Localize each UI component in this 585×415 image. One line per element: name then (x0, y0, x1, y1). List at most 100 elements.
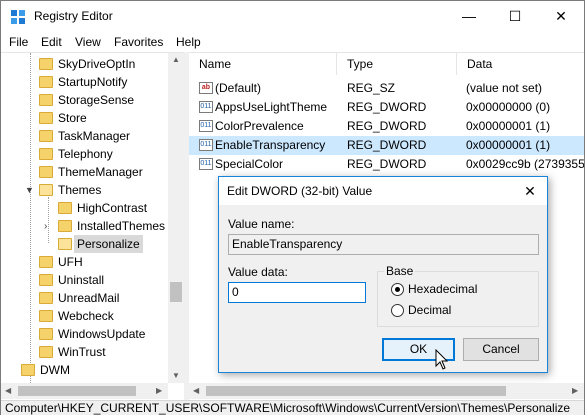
tree-item-personalize[interactable]: Personalize (1, 235, 184, 253)
binary-value-icon: 011 (199, 101, 213, 113)
value-name: ColorPrevalence (215, 119, 304, 133)
folder-icon (39, 346, 53, 358)
value-type: REG_DWORD (347, 157, 427, 171)
tree-item-uninstall[interactable]: Uninstall (1, 271, 184, 289)
collapse-chevron-icon[interactable]: ▼ (25, 185, 34, 195)
tree-item-ufh[interactable]: UFH (1, 253, 184, 271)
tree-item-highcontrast[interactable]: HighContrast (1, 199, 184, 217)
tree-item-themes[interactable]: ▼ Themes (1, 181, 184, 199)
dialog-title: Edit DWORD (32-bit) Value (227, 184, 373, 198)
list-horizontal-scroll-thumb[interactable] (206, 386, 506, 396)
menu-file[interactable]: File (9, 35, 28, 49)
hexadecimal-label: Hexadecimal (408, 282, 478, 296)
tree-item-skydriveoptin[interactable]: SkyDriveOptIn (1, 55, 184, 73)
tree-vertical-scrollbar[interactable]: ▲ ▼ (168, 53, 184, 383)
title-bar: Registry Editor — ☐ ✕ (1, 1, 584, 32)
tree-item-label: Webcheck (58, 309, 114, 323)
value-type: REG_DWORD (347, 138, 427, 152)
tree-item-label: StorageSense (58, 93, 135, 107)
tree-item-label: Uninstall (58, 273, 105, 287)
tree-vertical-scroll-thumb[interactable] (170, 282, 182, 302)
radio-selected-icon[interactable] (391, 283, 404, 296)
tree-item-label: Themes (58, 183, 102, 197)
window-title: Registry Editor (34, 9, 113, 23)
folder-icon (39, 274, 53, 286)
tree-item-label: WindowsUpdate (58, 327, 146, 341)
folder-icon (39, 166, 53, 178)
maximize-button[interactable]: ☐ (492, 1, 538, 32)
tree-item-webcheck[interactable]: Webcheck (1, 307, 184, 325)
column-header-data[interactable]: Data (457, 53, 584, 75)
folder-icon (58, 202, 72, 214)
scroll-right-arrow-icon[interactable]: ▶ (156, 386, 162, 395)
tree-item-store[interactable]: Store (1, 109, 184, 127)
value-data-label: Value data: (228, 265, 288, 279)
tree-item-telephony[interactable]: Telephony (1, 145, 184, 163)
close-button[interactable]: ✕ (538, 1, 584, 32)
value-type: REG_DWORD (347, 100, 427, 114)
base-groupbox (377, 271, 539, 327)
tree-item-label: Telephony (58, 147, 113, 161)
folder-icon (21, 364, 35, 376)
folder-icon (39, 112, 53, 124)
value-type: REG_SZ (347, 81, 396, 95)
menu-help[interactable]: Help (176, 35, 201, 49)
tree-item-thememanager[interactable]: ThemeManager (1, 163, 184, 181)
open-folder-icon (58, 238, 72, 250)
value-name-label: Value name: (228, 217, 295, 231)
column-header-name[interactable]: Name (189, 53, 337, 75)
expand-chevron-icon[interactable]: › (44, 221, 47, 232)
tree-item-label: WinTrust (58, 345, 106, 359)
edit-dword-dialog: Edit DWORD (32-bit) Value ✕ Value name: … (218, 176, 548, 373)
tree-item-dwm[interactable]: DWM (1, 361, 184, 379)
scroll-up-arrow-icon[interactable]: ▲ (172, 55, 180, 64)
folder-icon (39, 76, 53, 88)
menu-edit[interactable]: Edit (41, 35, 62, 49)
folder-icon (39, 58, 53, 70)
scroll-down-arrow-icon[interactable]: ▼ (172, 371, 180, 380)
menu-bar: File Edit View Favorites Help (1, 32, 584, 52)
radio-unselected-icon[interactable] (391, 304, 404, 317)
tree-item-label: TaskManager (58, 129, 131, 143)
folder-icon (58, 220, 72, 232)
value-data-input[interactable]: 0 (228, 282, 366, 303)
column-header-type[interactable]: Type (337, 53, 457, 75)
folder-icon (39, 292, 53, 304)
registry-editor-window: Registry Editor — ☐ ✕ File Edit View Fav… (0, 0, 585, 415)
tree-item-windowsupdate[interactable]: WindowsUpdate (1, 325, 184, 343)
tree-item-unreadmail[interactable]: UnreadMail (1, 289, 184, 307)
tree-horizontal-scroll-thumb[interactable] (18, 386, 136, 396)
tree-item-startupnotify[interactable]: StartupNotify (1, 73, 184, 91)
value-row-specialcolor[interactable]: 011 SpecialColor REG_DWORD 0x0029cc9b (2… (189, 155, 584, 174)
tree-item-storagesense[interactable]: StorageSense (1, 91, 184, 109)
tree-item-installedthemes[interactable]: › InstalledThemes (1, 217, 184, 235)
tree-item-label: SkyDriveOptIn (58, 57, 136, 71)
key-tree-pane[interactable]: SkyDriveOptIn StartupNotify StorageSense… (1, 52, 184, 400)
menu-view[interactable]: View (75, 35, 101, 49)
scroll-left-arrow-icon[interactable]: ◀ (5, 386, 11, 395)
value-row-appsuselighttheme[interactable]: 011 AppsUseLightTheme REG_DWORD 0x000000… (189, 98, 584, 117)
cancel-button[interactable]: Cancel (463, 338, 539, 361)
tree-item-label: UnreadMail (58, 291, 120, 305)
mouse-pointer-icon (435, 349, 449, 370)
minimize-button[interactable]: — (446, 1, 492, 32)
scroll-right-arrow-icon[interactable]: ▶ (572, 386, 578, 395)
tree-item-label: UFH (58, 255, 83, 269)
tree-horizontal-scrollbar[interactable]: ◀ ▶ (1, 383, 168, 399)
folder-icon (39, 310, 53, 322)
folder-icon (39, 148, 53, 160)
value-row-default[interactable]: ab (Default) REG_SZ (value not set) (189, 79, 584, 98)
menu-favorites[interactable]: Favorites (114, 35, 163, 49)
open-folder-icon (39, 184, 53, 196)
value-data: 0x00000001 (1) (466, 119, 551, 133)
value-row-colorprevalence[interactable]: 011 ColorPrevalence REG_DWORD 0x00000001… (189, 117, 584, 136)
tree-item-wintrust[interactable]: WinTrust (1, 343, 184, 361)
value-name-field[interactable]: EnableTransparency (228, 234, 539, 255)
tree-item-label: DWM (40, 363, 70, 377)
scroll-left-arrow-icon[interactable]: ◀ (193, 386, 199, 395)
value-row-enabletransparency[interactable]: 011 EnableTransparency REG_DWORD 0x00000… (189, 136, 584, 155)
list-horizontal-scrollbar[interactable]: ◀ ▶ (189, 383, 584, 399)
tree-item-taskmanager[interactable]: TaskManager (1, 127, 184, 145)
dialog-close-button[interactable]: ✕ (513, 177, 547, 205)
binary-value-icon: 011 (199, 158, 213, 170)
